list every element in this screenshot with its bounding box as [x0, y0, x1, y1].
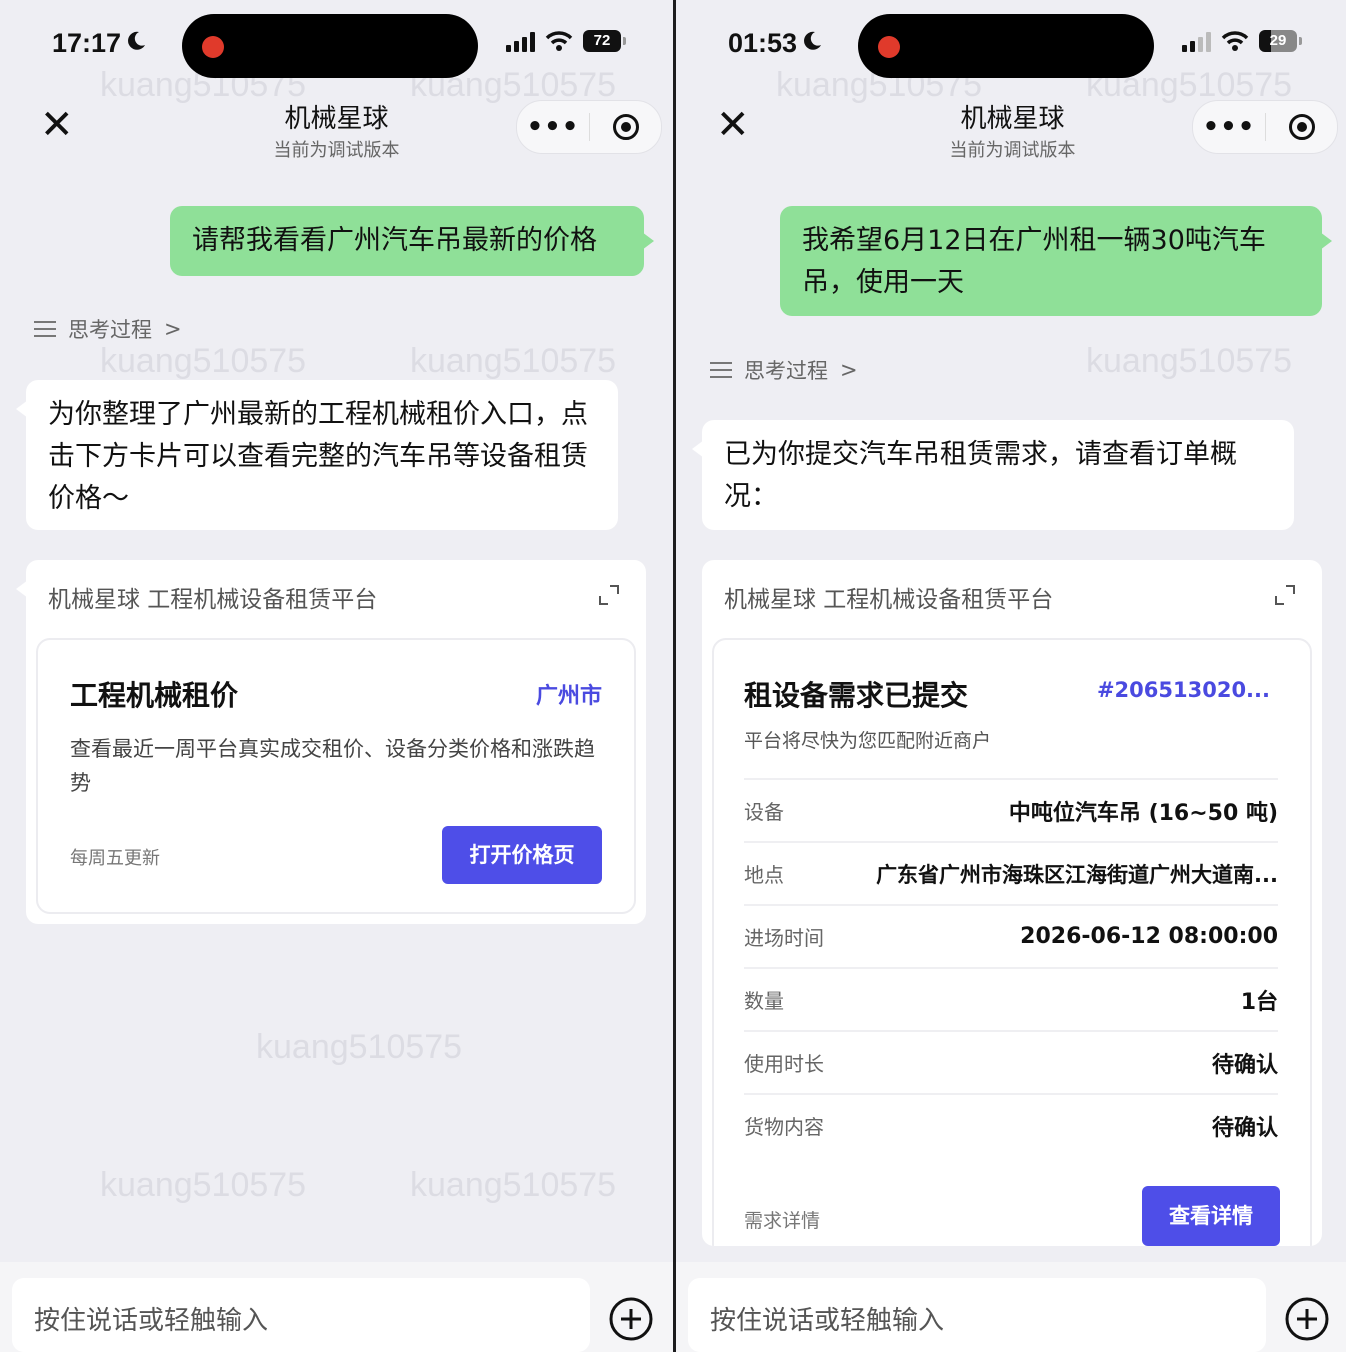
watermark: kuang510575 [410, 342, 617, 380]
order-card-subtitle: 平台将尽快为您匹配附近商户 [744, 730, 992, 752]
expand-icon[interactable] [598, 584, 620, 606]
battery-icon: 29 [1259, 30, 1302, 52]
detail-label: 进场时间 [744, 926, 824, 950]
watermark: kuang510575 [100, 342, 307, 380]
wifi-icon [1221, 31, 1249, 51]
order-card[interactable]: 租设备需求已提交 #206513020... 平台将尽快为您匹配附近商户 设备 … [712, 638, 1312, 1246]
detail-row: 设备 中吨位汽车吊 (16~50 吨) [744, 778, 1278, 841]
city-tag: 广州市 [535, 684, 602, 709]
status-icons: 29 [1182, 30, 1302, 52]
open-price-page-button[interactable]: 打开价格页 [442, 826, 602, 884]
detail-row: 数量 1台 [744, 967, 1278, 1030]
card-source-header: 机械星球 工程机械设备租赁平台 [724, 587, 1054, 613]
record-icon[interactable] [1266, 114, 1337, 140]
recording-indicator [878, 36, 900, 58]
chevron-right-icon: > [164, 317, 182, 341]
detail-value: 1台 [1240, 989, 1278, 1015]
thinking-label: 思考过程 [68, 318, 152, 342]
status-time: 01:53 [728, 28, 823, 59]
detail-label: 设备 [744, 800, 784, 824]
mini-program-card: 机械星球 工程机械设备租赁平台 租设备需求已提交 #206513020... 平… [702, 560, 1322, 1246]
mini-program-capsule: ••• [516, 100, 662, 154]
price-card-description: 查看最近一周平台真实成交租价、设备分类价格和涨跌趋势 [70, 737, 595, 795]
watermark: kuang510575 [410, 1166, 617, 1204]
detail-label: 货物内容 [744, 1115, 824, 1139]
detail-label: 数量 [744, 989, 784, 1013]
menu-icon [34, 321, 56, 337]
watermark: kuang510575 [1086, 342, 1293, 380]
update-note: 每周五更新 [70, 848, 160, 869]
user-message: 请帮我看看广州汽车吊最新的价格 [170, 206, 654, 276]
record-icon[interactable] [590, 114, 661, 140]
detail-row: 货物内容 待确认 [744, 1093, 1278, 1156]
moon-icon [801, 28, 823, 59]
bot-message: 已为你提交汽车吊租赁需求，请查看订单概况： [692, 420, 1294, 530]
left-phone-screen: kuang510575 kuang510575 kuang510575 kuan… [0, 0, 673, 1352]
signal-icon [1182, 30, 1211, 52]
card-source-header: 机械星球 工程机械设备租赁平台 [48, 587, 378, 613]
mini-program-capsule: ••• [1192, 100, 1338, 154]
recording-indicator [202, 36, 224, 58]
plus-icon[interactable] [608, 1296, 654, 1342]
watermark: kuang510575 [100, 1166, 307, 1204]
detail-label: 地点 [744, 863, 784, 887]
request-details-label: 需求详情 [744, 1210, 821, 1232]
right-phone-screen: kuang510575 kuang510575 kuang510575 01:5… [676, 0, 1346, 1352]
user-message: 我希望6月12日在广州租一辆30吨汽车吊，使用一天 [780, 206, 1332, 316]
price-card-title: 工程机械租价 [70, 679, 239, 712]
bot-message: 为你整理了广州最新的工程机械租价入口，点击下方卡片可以查看完整的汽车吊等设备租赁… [16, 380, 618, 530]
signal-icon [506, 30, 535, 52]
thinking-toggle[interactable]: 思考过程 > [34, 314, 182, 344]
more-icon[interactable]: ••• [1193, 112, 1265, 142]
battery-icon: 72 [583, 30, 626, 52]
detail-row: 使用时长 待确认 [744, 1030, 1278, 1093]
chevron-right-icon: > [840, 358, 858, 382]
detail-label: 使用时长 [744, 1052, 824, 1076]
detail-value: 广东省广州市海珠区江海街道广州大道南... [876, 862, 1278, 887]
detail-value: 中吨位汽车吊 (16~50 吨) [1008, 800, 1278, 826]
order-id: #206513020... [1096, 678, 1270, 702]
message-input[interactable]: 按住说话或轻触输入 [688, 1278, 1266, 1352]
dynamic-island [182, 14, 478, 78]
order-card-title: 租设备需求已提交 [744, 679, 969, 712]
detail-value: 2026-06-12 08:00:00 [1020, 924, 1278, 949]
thinking-toggle[interactable]: 思考过程 > [710, 355, 858, 385]
dynamic-island [858, 14, 1154, 78]
detail-row: 地点 广东省广州市海珠区江海街道广州大道南... [744, 841, 1278, 904]
thinking-label: 思考过程 [744, 359, 828, 383]
expand-icon[interactable] [1274, 584, 1296, 606]
moon-icon [125, 28, 147, 59]
watermark: kuang510575 [256, 1028, 463, 1066]
view-details-button[interactable]: 查看详情 [1142, 1186, 1280, 1246]
status-icons: 72 [506, 30, 626, 52]
more-icon[interactable]: ••• [517, 112, 589, 142]
price-card[interactable]: 工程机械租价 广州市 查看最近一周平台真实成交租价、设备分类价格和涨跌趋势 每周… [36, 638, 636, 914]
message-input[interactable]: 按住说话或轻触输入 [12, 1278, 590, 1352]
detail-value: 待确认 [1211, 1052, 1278, 1078]
wifi-icon [545, 31, 573, 51]
menu-icon [710, 362, 732, 378]
status-time: 17:17 [52, 28, 147, 59]
detail-value: 待确认 [1211, 1115, 1278, 1141]
mini-program-card: 机械星球 工程机械设备租赁平台 工程机械租价 广州市 查看最近一周平台真实成交租… [16, 560, 646, 924]
plus-icon[interactable] [1284, 1296, 1330, 1342]
detail-row: 进场时间 2026-06-12 08:00:00 [744, 904, 1278, 967]
input-bar: 按住说话或轻触输入 [676, 1262, 1346, 1352]
input-bar: 按住说话或轻触输入 [0, 1262, 673, 1352]
